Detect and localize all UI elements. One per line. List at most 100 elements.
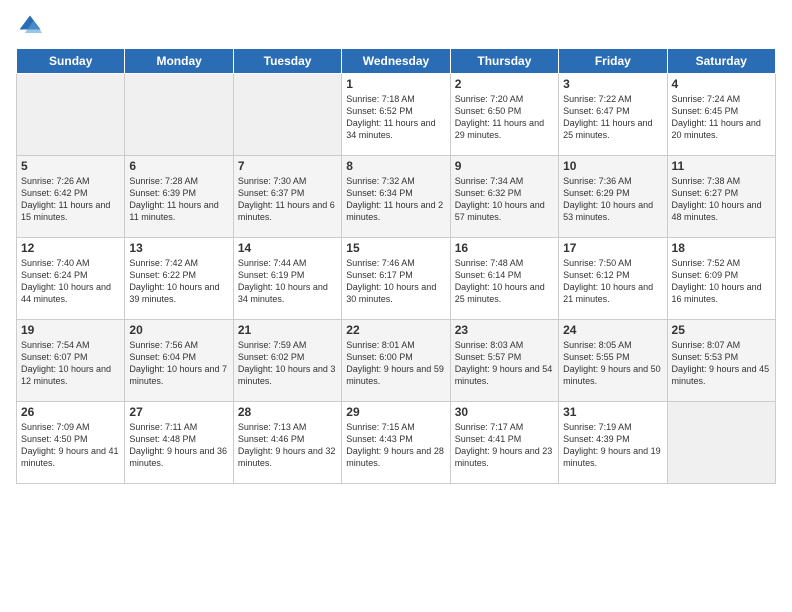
date-number: 8 — [346, 159, 445, 173]
calendar-cell: 1 Sunrise: 7:18 AM Sunset: 6:52 PM Daylig… — [342, 74, 450, 156]
day-header-thursday: Thursday — [450, 49, 558, 74]
cell-daylight-text: Sunrise: 7:48 AM Sunset: 6:14 PM Dayligh… — [455, 257, 554, 306]
day-header-saturday: Saturday — [667, 49, 775, 74]
calendar-cell — [667, 402, 775, 484]
date-number: 9 — [455, 159, 554, 173]
cell-daylight-text: Sunrise: 7:22 AM Sunset: 6:47 PM Dayligh… — [563, 93, 662, 142]
cell-daylight-text: Sunrise: 7:24 AM Sunset: 6:45 PM Dayligh… — [672, 93, 771, 142]
calendar-cell: 29 Sunrise: 7:15 AM Sunset: 4:43 PM Dayli… — [342, 402, 450, 484]
date-number: 23 — [455, 323, 554, 337]
page: SundayMondayTuesdayWednesdayThursdayFrid… — [0, 0, 792, 612]
date-number: 1 — [346, 77, 445, 91]
calendar-cell: 30 Sunrise: 7:17 AM Sunset: 4:41 PM Dayli… — [450, 402, 558, 484]
cell-daylight-text: Sunrise: 8:03 AM Sunset: 5:57 PM Dayligh… — [455, 339, 554, 388]
logo-icon — [16, 12, 44, 40]
calendar-cell: 24 Sunrise: 8:05 AM Sunset: 5:55 PM Dayli… — [559, 320, 667, 402]
date-number: 16 — [455, 241, 554, 255]
cell-daylight-text: Sunrise: 7:13 AM Sunset: 4:46 PM Dayligh… — [238, 421, 337, 470]
cell-daylight-text: Sunrise: 7:11 AM Sunset: 4:48 PM Dayligh… — [129, 421, 228, 470]
date-number: 29 — [346, 405, 445, 419]
calendar-cell: 11 Sunrise: 7:38 AM Sunset: 6:27 PM Dayli… — [667, 156, 775, 238]
cell-daylight-text: Sunrise: 7:15 AM Sunset: 4:43 PM Dayligh… — [346, 421, 445, 470]
week-row-2: 5Sunrise: 7:26 AM Sunset: 6:42 PM Daylig… — [17, 156, 776, 238]
calendar-cell: 2 Sunrise: 7:20 AM Sunset: 6:50 PM Daylig… — [450, 74, 558, 156]
date-number: 20 — [129, 323, 228, 337]
cell-daylight-text: Sunrise: 7:44 AM Sunset: 6:19 PM Dayligh… — [238, 257, 337, 306]
calendar-cell: 27 Sunrise: 7:11 AM Sunset: 4:48 PM Dayli… — [125, 402, 233, 484]
date-number: 17 — [563, 241, 662, 255]
date-number: 26 — [21, 405, 120, 419]
day-header-monday: Monday — [125, 49, 233, 74]
calendar-cell: 18 Sunrise: 7:52 AM Sunset: 6:09 PM Dayli… — [667, 238, 775, 320]
date-number: 4 — [672, 77, 771, 91]
calendar-cell: 15Sunrise: 7:46 AM Sunset: 6:17 PM Dayli… — [342, 238, 450, 320]
date-number: 31 — [563, 405, 662, 419]
day-header-friday: Friday — [559, 49, 667, 74]
date-number: 21 — [238, 323, 337, 337]
calendar-cell: 21 Sunrise: 7:59 AM Sunset: 6:02 PM Dayli… — [233, 320, 341, 402]
cell-daylight-text: Sunrise: 8:07 AM Sunset: 5:53 PM Dayligh… — [672, 339, 771, 388]
day-header-sunday: Sunday — [17, 49, 125, 74]
cell-daylight-text: Sunrise: 7:28 AM Sunset: 6:39 PM Dayligh… — [129, 175, 228, 224]
calendar-table: SundayMondayTuesdayWednesdayThursdayFrid… — [16, 48, 776, 484]
week-row-1: 1 Sunrise: 7:18 AM Sunset: 6:52 PM Daylig… — [17, 74, 776, 156]
calendar-cell: 5Sunrise: 7:26 AM Sunset: 6:42 PM Daylig… — [17, 156, 125, 238]
calendar-cell: 25 Sunrise: 8:07 AM Sunset: 5:53 PM Dayli… — [667, 320, 775, 402]
header-row: SundayMondayTuesdayWednesdayThursdayFrid… — [17, 49, 776, 74]
date-number: 22 — [346, 323, 445, 337]
cell-daylight-text: Sunrise: 7:19 AM Sunset: 4:39 PM Dayligh… — [563, 421, 662, 470]
cell-daylight-text: Sunrise: 7:09 AM Sunset: 4:50 PM Dayligh… — [21, 421, 120, 470]
cell-daylight-text: Sunrise: 7:59 AM Sunset: 6:02 PM Dayligh… — [238, 339, 337, 388]
calendar-cell: 17 Sunrise: 7:50 AM Sunset: 6:12 PM Dayli… — [559, 238, 667, 320]
cell-daylight-text: Sunrise: 7:54 AM Sunset: 6:07 PM Dayligh… — [21, 339, 120, 388]
cell-daylight-text: Sunrise: 7:38 AM Sunset: 6:27 PM Dayligh… — [672, 175, 771, 224]
calendar-cell: 23 Sunrise: 8:03 AM Sunset: 5:57 PM Dayli… — [450, 320, 558, 402]
date-number: 11 — [672, 159, 771, 173]
cell-daylight-text: Sunrise: 7:18 AM Sunset: 6:52 PM Dayligh… — [346, 93, 445, 142]
cell-daylight-text: Sunrise: 8:05 AM Sunset: 5:55 PM Dayligh… — [563, 339, 662, 388]
week-row-4: 19 Sunrise: 7:54 AM Sunset: 6:07 PM Dayli… — [17, 320, 776, 402]
calendar-cell: 20 Sunrise: 7:56 AM Sunset: 6:04 PM Dayli… — [125, 320, 233, 402]
calendar-cell: 10Sunrise: 7:36 AM Sunset: 6:29 PM Dayli… — [559, 156, 667, 238]
day-header-tuesday: Tuesday — [233, 49, 341, 74]
calendar-cell: 12Sunrise: 7:40 AM Sunset: 6:24 PM Dayli… — [17, 238, 125, 320]
cell-daylight-text: Sunrise: 7:50 AM Sunset: 6:12 PM Dayligh… — [563, 257, 662, 306]
calendar-cell — [233, 74, 341, 156]
date-number: 24 — [563, 323, 662, 337]
cell-daylight-text: Sunrise: 7:20 AM Sunset: 6:50 PM Dayligh… — [455, 93, 554, 142]
calendar-cell: 13Sunrise: 7:42 AM Sunset: 6:22 PM Dayli… — [125, 238, 233, 320]
date-number: 30 — [455, 405, 554, 419]
date-number: 28 — [238, 405, 337, 419]
cell-daylight-text: Sunrise: 7:17 AM Sunset: 4:41 PM Dayligh… — [455, 421, 554, 470]
calendar-cell — [125, 74, 233, 156]
cell-daylight-text: Sunrise: 7:34 AM Sunset: 6:32 PM Dayligh… — [455, 175, 554, 224]
cell-daylight-text: Sunrise: 7:30 AM Sunset: 6:37 PM Dayligh… — [238, 175, 337, 224]
calendar-cell: 7 Sunrise: 7:30 AM Sunset: 6:37 PM Daylig… — [233, 156, 341, 238]
cell-daylight-text: Sunrise: 7:40 AM Sunset: 6:24 PM Dayligh… — [21, 257, 120, 306]
date-number: 13 — [129, 241, 228, 255]
date-number: 19 — [21, 323, 120, 337]
calendar-cell: 3Sunrise: 7:22 AM Sunset: 6:47 PM Daylig… — [559, 74, 667, 156]
calendar-cell: 8Sunrise: 7:32 AM Sunset: 6:34 PM Daylig… — [342, 156, 450, 238]
cell-daylight-text: Sunrise: 7:52 AM Sunset: 6:09 PM Dayligh… — [672, 257, 771, 306]
date-number: 7 — [238, 159, 337, 173]
logo — [16, 12, 48, 40]
calendar-cell: 22 Sunrise: 8:01 AM Sunset: 6:00 PM Dayli… — [342, 320, 450, 402]
calendar-cell: 16 Sunrise: 7:48 AM Sunset: 6:14 PM Dayli… — [450, 238, 558, 320]
calendar-cell: 19 Sunrise: 7:54 AM Sunset: 6:07 PM Dayli… — [17, 320, 125, 402]
date-number: 25 — [672, 323, 771, 337]
date-number: 27 — [129, 405, 228, 419]
cell-daylight-text: Sunrise: 7:56 AM Sunset: 6:04 PM Dayligh… — [129, 339, 228, 388]
day-header-wednesday: Wednesday — [342, 49, 450, 74]
week-row-3: 12Sunrise: 7:40 AM Sunset: 6:24 PM Dayli… — [17, 238, 776, 320]
calendar-cell: 6 Sunrise: 7:28 AM Sunset: 6:39 PM Daylig… — [125, 156, 233, 238]
date-number: 14 — [238, 241, 337, 255]
cell-daylight-text: Sunrise: 7:26 AM Sunset: 6:42 PM Dayligh… — [21, 175, 120, 224]
header — [16, 12, 776, 40]
calendar-cell: 14 Sunrise: 7:44 AM Sunset: 6:19 PM Dayli… — [233, 238, 341, 320]
date-number: 6 — [129, 159, 228, 173]
date-number: 2 — [455, 77, 554, 91]
date-number: 18 — [672, 241, 771, 255]
calendar-cell: 31 Sunrise: 7:19 AM Sunset: 4:39 PM Dayli… — [559, 402, 667, 484]
cell-daylight-text: Sunrise: 8:01 AM Sunset: 6:00 PM Dayligh… — [346, 339, 445, 388]
